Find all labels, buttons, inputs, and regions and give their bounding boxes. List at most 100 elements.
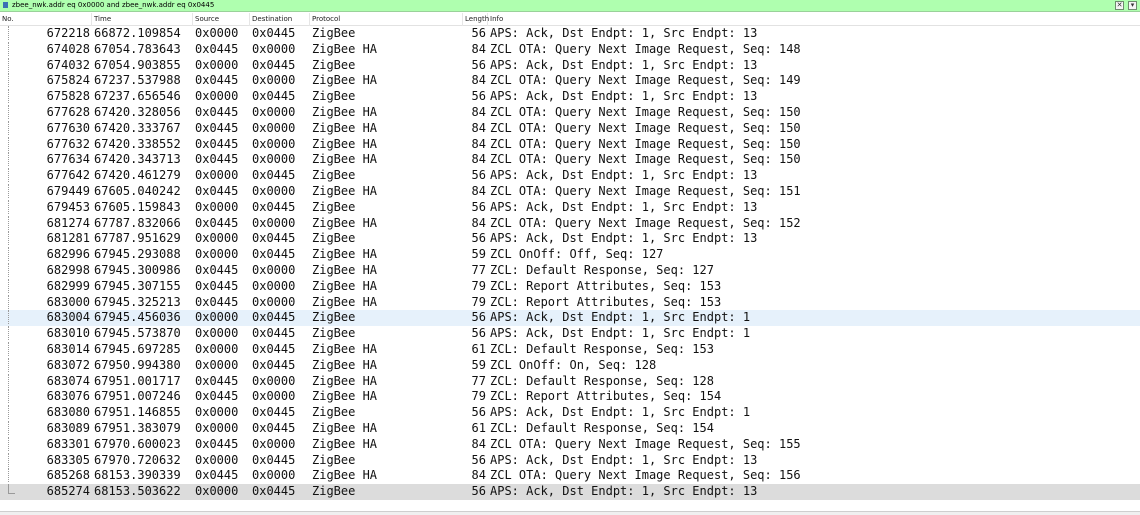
table-row[interactable]: 683080 67951.146855 0x0000 0x0445 ZigBee 56 AP… [0,405,1140,421]
table-row[interactable]: 681281 67787.951629 0x0000 0x0445 ZigBee 56 AP… [0,231,1140,247]
packet-length: 59 [471,247,486,262]
conversation-tree-line [8,341,10,356]
column-header-source[interactable]: Source [193,13,250,26]
table-row[interactable]: 683014 67945.697285 0x0000 0x0445 ZigBee HA 6… [0,341,1140,358]
column-header-protocol[interactable]: Protocol [310,13,463,26]
packet-protocol: ZigBee HA [312,73,378,88]
table-row[interactable]: 683000 67945.325213 0x0445 0x0000 ZigBee HA 7… [0,294,1140,311]
table-row[interactable]: 675824 67237.537988 0x0445 0x0000 ZigBee HA 8… [0,73,1140,89]
packet-length: 84 [471,436,486,451]
table-row[interactable]: 674028 67054.783643 0x0445 0x0000 ZigBee HA 8… [0,41,1140,58]
packet-info: ZCL: Default Response, Seq: 127 [490,262,714,277]
table-row[interactable]: 675828 67237.656546 0x0000 0x0445 ZigBee 56 AP… [0,89,1140,105]
table-row[interactable]: 672218 66872.109854 0x0000 0x0445 ZigBee 56 AP… [0,26,1140,42]
packet-info: ZCL OTA: Query Next Image Request, Seq: … [490,183,801,198]
table-row[interactable]: 683004 67945.456036 0x0000 0x0445 ZigBee 56 AP… [0,310,1140,327]
packet-destination: 0x0000 [252,104,296,119]
table-row[interactable]: 683301 67970.600023 0x0445 0x0000 ZigBee HA 8… [0,436,1140,453]
table-row[interactable]: 679453 67605.159843 0x0000 0x0445 ZigBee 56 AP… [0,199,1140,216]
packet-protocol: ZigBee HA [312,389,378,404]
column-header-info[interactable]: Info [488,13,1140,26]
table-row[interactable]: 683305 67970.720632 0x0000 0x0445 ZigBee 56 AP… [0,452,1140,469]
packet-protocol: ZigBee HA [312,215,378,230]
packet-destination: 0x0000 [252,215,296,230]
packet-number: 677634 [46,152,90,167]
packet-time: 67237.537988 [94,73,181,88]
conversation-tree-line [8,262,10,277]
table-row[interactable]: 674032 67054.903855 0x0000 0x0445 ZigBee 56 AP… [0,57,1140,74]
column-header-length[interactable]: Length [463,13,489,26]
column-header-destination[interactable]: Destination [250,13,310,26]
packet-number: 679449 [46,183,90,198]
table-row[interactable]: 677628 67420.328056 0x0445 0x0000 ZigBee HA 8… [0,104,1140,121]
packet-source: 0x0445 [195,73,239,88]
table-row[interactable]: 683010 67945.573870 0x0000 0x0445 ZigBee 56 AP… [0,326,1140,342]
packet-info: APS: Ack, Dst Endpt: 1, Src Endpt: 1 [490,326,751,341]
table-row[interactable]: 677630 67420.333767 0x0445 0x0000 ZigBee HA 8… [0,120,1140,137]
packet-length: 61 [471,420,486,435]
packet-length: 84 [471,468,486,483]
packet-info: APS: Ack, Dst Endpt: 1, Src Endpt: 1 [490,405,751,420]
table-row[interactable]: 677632 67420.338552 0x0445 0x0000 ZigBee HA 8… [0,136,1140,153]
packet-protocol: ZigBee HA [312,262,378,277]
packet-length: 56 [471,231,486,246]
table-row[interactable]: 681274 67787.832066 0x0445 0x0000 ZigBee HA 8… [0,215,1140,232]
close-icon[interactable]: ✕ [1115,1,1124,10]
packet-length: 56 [471,89,486,104]
packet-info: APS: Ack, Dst Endpt: 1, Src Endpt: 13 [490,168,758,183]
table-row[interactable]: 677634 67420.343713 0x0445 0x0000 ZigBee HA 8… [0,152,1140,168]
conversation-tree-line [8,104,10,119]
packet-info: ZCL OTA: Query Next Image Request, Seq: … [490,120,801,135]
packet-protocol: ZigBee [312,452,356,467]
conversation-tree-line [8,73,10,88]
conversation-tree-line [8,152,10,167]
table-row[interactable]: 683074 67951.001717 0x0445 0x0000 ZigBee HA 7… [0,373,1140,390]
packet-list-bottom-border [0,511,1140,515]
packet-number: 683004 [46,310,90,325]
table-row[interactable]: 677642 67420.461279 0x0000 0x0445 ZigBee 56 AP… [0,168,1140,184]
column-header-time[interactable]: Time [92,13,193,26]
table-row[interactable]: 682996 67945.293088 0x0000 0x0445 ZigBee HA 5… [0,247,1140,263]
packet-length: 79 [471,294,486,309]
packet-info: ZCL OTA: Query Next Image Request, Seq: … [490,104,801,119]
table-row[interactable]: 683072 67950.994380 0x0000 0x0445 ZigBee HA 5… [0,357,1140,374]
packet-info: APS: Ack, Dst Endpt: 1, Src Endpt: 13 [490,26,758,40]
display-filter-bar[interactable]: zbee_nwk.addr eq 0x0000 and zbee_nwk.add… [0,0,1140,12]
packet-number: 683074 [46,373,90,388]
table-row[interactable]: 682999 67945.307155 0x0445 0x0000 ZigBee HA 7… [0,278,1140,295]
packet-source: 0x0000 [195,357,239,372]
packet-source: 0x0445 [195,120,239,135]
packet-number: 683089 [46,420,90,435]
table-row[interactable]: 685268 68153.390339 0x0445 0x0000 ZigBee HA 8… [0,468,1140,484]
table-row[interactable]: 683076 67951.007246 0x0445 0x0000 ZigBee HA 7… [0,389,1140,405]
packet-destination: 0x0445 [252,405,296,420]
conversation-tree-line [8,26,10,40]
packet-time: 68153.390339 [94,468,181,483]
packet-time: 67945.325213 [94,294,181,309]
table-row[interactable]: 679449 67605.040242 0x0445 0x0000 ZigBee HA 8… [0,183,1140,200]
table-row[interactable]: 683089 67951.383079 0x0000 0x0445 ZigBee HA 6… [0,420,1140,437]
packet-number: 675824 [46,73,90,88]
packet-number: 677632 [46,136,90,151]
column-header-no[interactable]: No. [0,13,92,26]
conversation-tree-line [8,247,10,262]
conversation-tree-line [8,452,10,467]
packet-time: 67420.328056 [94,104,181,119]
display-filter-input[interactable]: zbee_nwk.addr eq 0x0000 and zbee_nwk.add… [12,0,214,11]
table-row[interactable]: 685274 68153.503622 0x0000 0x0445 ZigBee 56 AP… [0,484,1140,500]
conversation-tree-line [8,215,10,230]
chevron-down-icon[interactable]: ▾ [1128,1,1137,10]
bookmark-icon[interactable] [2,1,10,10]
packet-destination: 0x0000 [252,278,296,293]
packet-protocol: ZigBee HA [312,183,378,198]
packet-number: 674032 [46,57,90,72]
packet-source: 0x0000 [195,452,239,467]
packet-length: 84 [471,215,486,230]
table-row[interactable]: 682998 67945.300986 0x0445 0x0000 ZigBee HA 7… [0,262,1140,279]
packet-info: ZCL: Default Response, Seq: 153 [490,341,714,356]
packet-list[interactable]: 672218 66872.109854 0x0000 0x0445 ZigBee 56 AP… [0,26,1140,500]
packet-time: 67945.697285 [94,341,181,356]
packet-source: 0x0445 [195,436,239,451]
packet-info: ZCL OTA: Query Next Image Request, Seq: … [490,41,801,56]
packet-source: 0x0000 [195,57,239,72]
